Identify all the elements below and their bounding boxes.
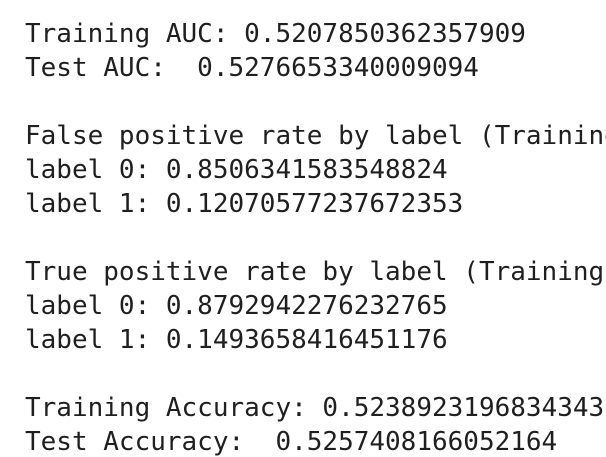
training-auc-line: Training AUC: 0.5207850362357909 [25, 19, 526, 49]
tpr-header-line: True positive rate by label (Training [25, 257, 605, 287]
test-accuracy-line: Test Accuracy: 0.5257408166052164 [25, 427, 558, 457]
training-accuracy-line: Training Accuracy: 0.5238923196834343 [25, 393, 605, 423]
tpr-label-1-line: label 1: 0.1493658416451176 [25, 325, 448, 355]
tpr-label-0-line: label 0: 0.8792942276232765 [25, 291, 448, 321]
fpr-label-1-line: label 1: 0.12070577237672353 [25, 189, 464, 219]
fpr-label-0-line: label 0: 0.8506341583548824 [25, 155, 448, 185]
console-output: Training AUC: 0.5207850362357909 Test AU… [0, 0, 606, 457]
test-auc-line: Test AUC: 0.5276653340009094 [25, 53, 479, 83]
fpr-header-line: False positive rate by label (Training [25, 121, 606, 151]
